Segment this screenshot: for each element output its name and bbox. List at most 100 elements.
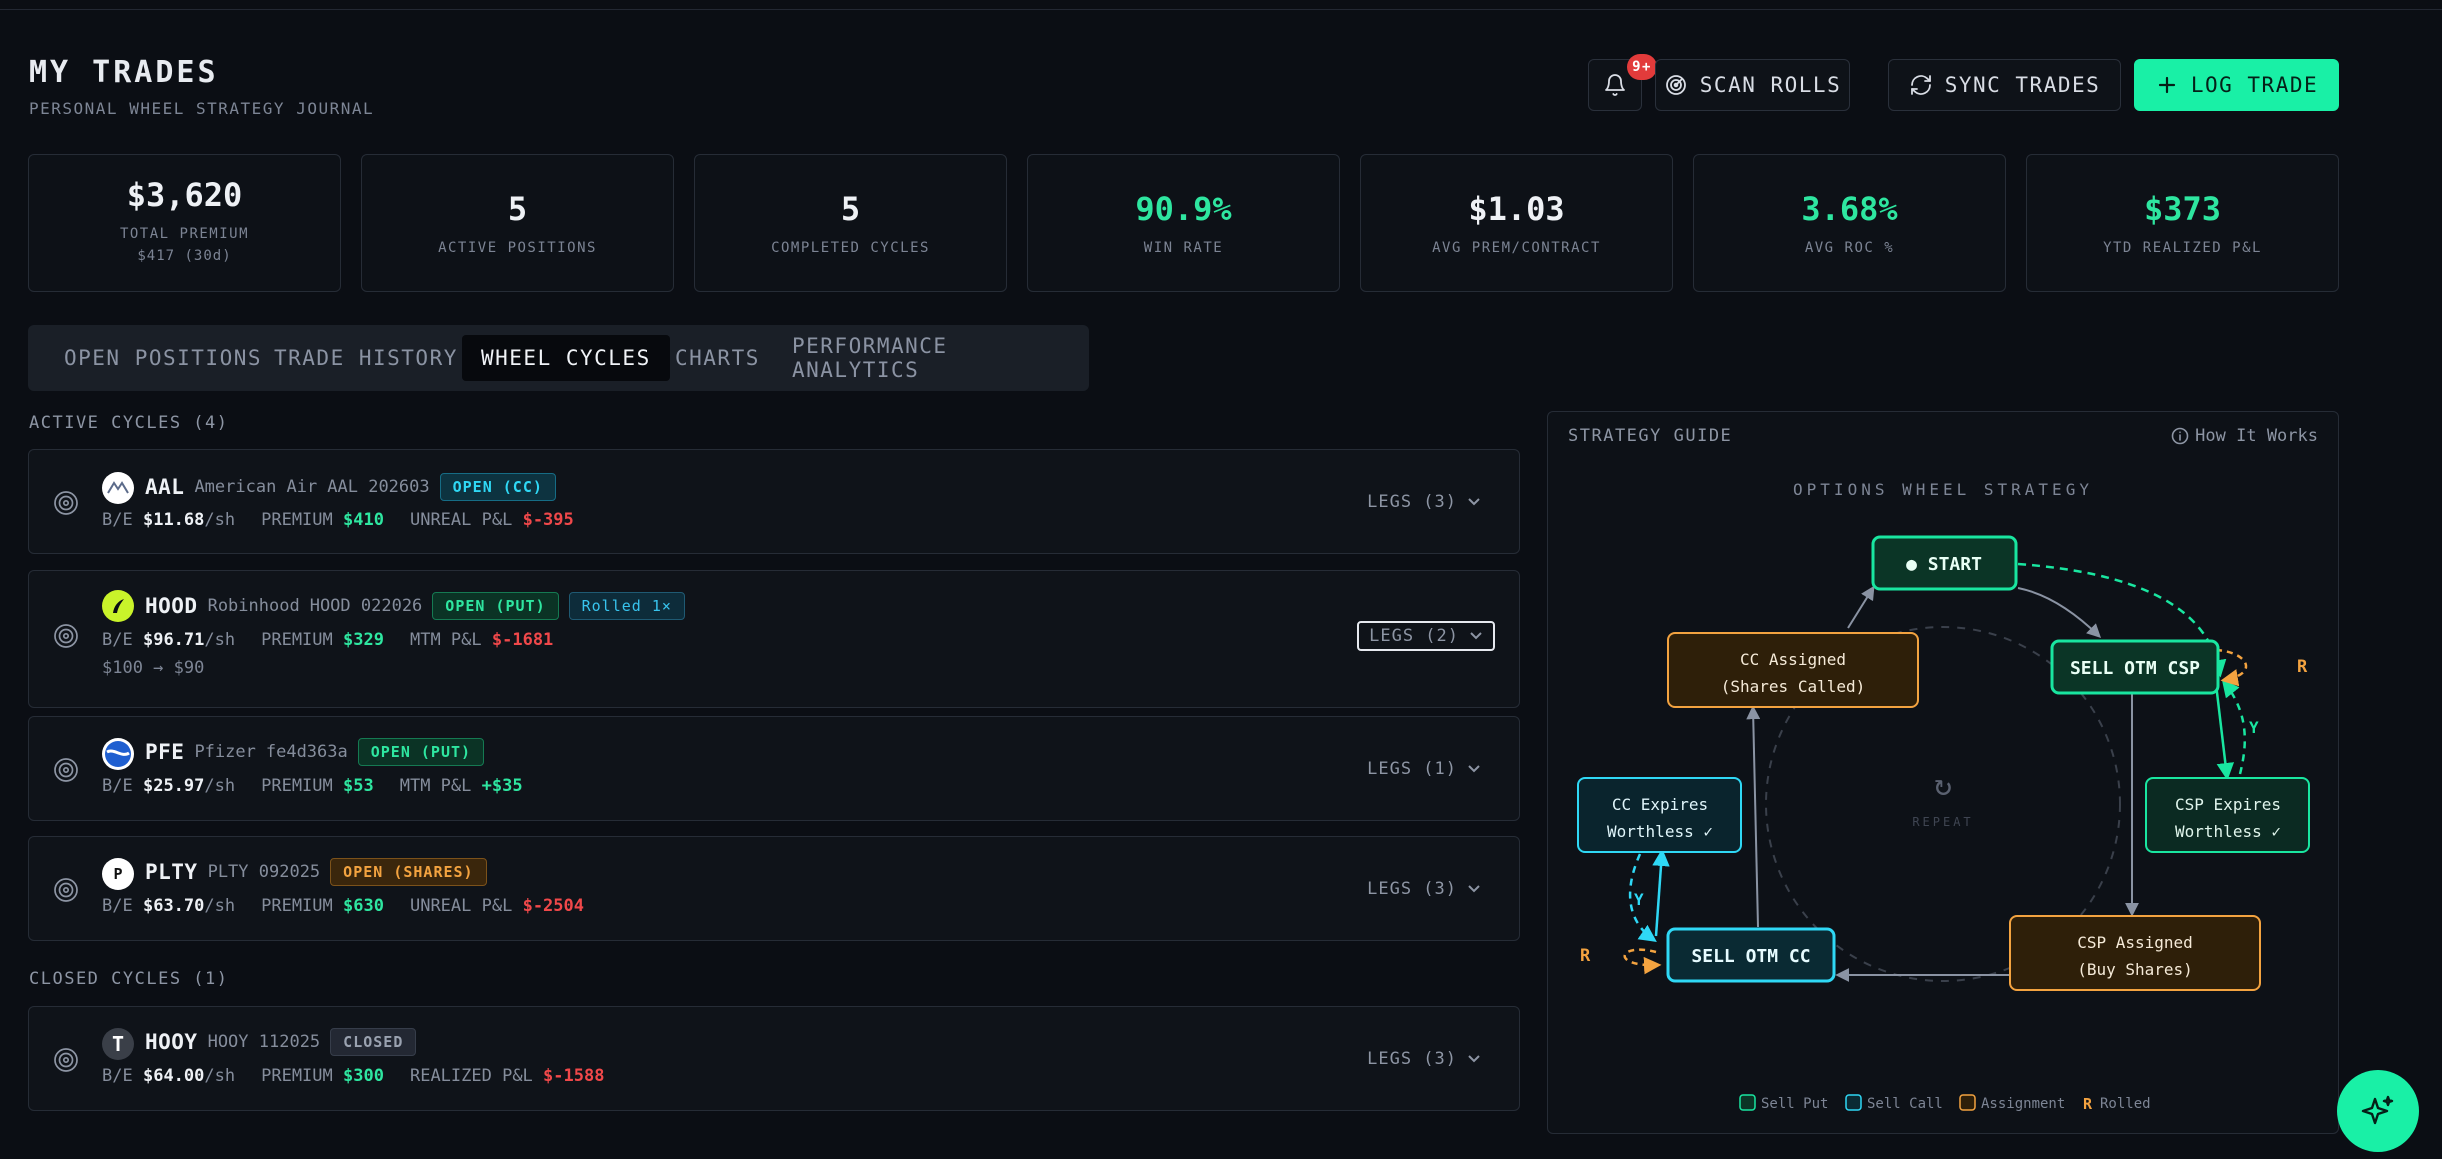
scan-rolls-label: SCAN ROLLS — [1699, 73, 1842, 97]
breakeven-value: $96.71 — [142, 630, 205, 650]
stat-label: AVG ROC % — [1804, 240, 1895, 256]
page-title: MY TRADES — [29, 55, 219, 90]
legs-toggle[interactable]: LEGS (3) — [1357, 874, 1491, 904]
pnl-value: $-1588 — [543, 1066, 605, 1086]
node-cc-expires-line2: Worthless ✓ — [1607, 822, 1713, 841]
chevron-down-icon — [1468, 1055, 1480, 1063]
premium: PREMIUM $410 — [261, 510, 384, 530]
breakeven: B/E $64.00/sh — [102, 1066, 235, 1086]
log-trade-button[interactable]: LOG TRADE — [2134, 59, 2339, 111]
roll-loop-put — [2215, 648, 2248, 687]
pnl-value: $-2504 — [522, 896, 584, 916]
sync-trades-label: SYNC TRADES — [1944, 73, 2101, 97]
target-icon — [54, 878, 78, 902]
chevron-down-icon — [1468, 885, 1480, 893]
tab-wheel-cycles[interactable]: WHEEL CYCLES — [462, 335, 670, 381]
cycle-card-pfe[interactable]: PFE Pfizer fe4d363a OPEN (PUT) B/E $25.9… — [28, 716, 1520, 821]
legs-toggle[interactable]: LEGS (1) — [1357, 754, 1491, 784]
premium-label: PREMIUM — [261, 630, 333, 650]
tab-trade-history[interactable]: TRADE HISTORY — [255, 335, 477, 381]
breakeven-unit: /sh — [204, 776, 236, 796]
legs-toggle[interactable]: LEGS (3) — [1357, 1044, 1491, 1074]
tab-open-positions[interactable]: OPEN POSITIONS — [45, 335, 281, 381]
tab-bar: OPEN POSITIONS TRADE HISTORY WHEEL CYCLE… — [28, 325, 1089, 391]
cycle-card-hood[interactable]: HOOD Robinhood HOOD 022026 OPEN (PUT) Ro… — [28, 570, 1520, 708]
repeat-label: REPEAT — [1912, 815, 1973, 829]
cycle-card-plty[interactable]: P PLTY PLTY 092025 OPEN (SHARES) B/E $63… — [28, 836, 1520, 941]
rolled-marker-call: R — [1580, 946, 1591, 966]
pnl-label: UNREAL P&L — [409, 510, 513, 530]
status-badge: CLOSED — [330, 1028, 417, 1056]
stat-avg-prem: $1.03 AVG PREM/CONTRACT — [1360, 154, 1673, 292]
cycle-metrics: B/E $11.68/sh PREMIUM $410 UNREAL P&L $-… — [102, 510, 574, 530]
stat-label: TOTAL PREMIUM — [119, 226, 250, 242]
legs-toggle[interactable]: LEGS (2) — [1357, 621, 1495, 651]
pnl: UNREAL P&L $-395 — [410, 510, 574, 530]
premium-value: $53 — [343, 776, 374, 796]
plty-logo: P — [102, 858, 134, 890]
breakeven: B/E $63.70/sh — [102, 896, 235, 916]
premium-value: $329 — [343, 630, 384, 650]
breakeven: B/E $25.97/sh — [102, 776, 235, 796]
legend-swatch-put — [1739, 1094, 1756, 1111]
cycle-card-aal[interactable]: AAL American Air AAL 202603 OPEN (CC) B/… — [28, 449, 1520, 554]
cycle-card-hooy[interactable]: T HOOY HOOY 112025 CLOSED B/E $64.00/sh … — [28, 1006, 1520, 1111]
sparkle-icon — [2361, 1095, 2394, 1125]
breakeven-unit: /sh — [204, 896, 236, 916]
legs-label: LEGS (3) — [1367, 879, 1457, 899]
stat-value: $373 — [2143, 190, 2222, 228]
pnl-label: MTM P&L — [399, 776, 472, 796]
node-sell-cc-label: SELL OTM CC — [1691, 946, 1810, 967]
pnl: REALIZED P&L $-1588 — [410, 1066, 605, 1086]
premium: PREMIUM $300 — [261, 1066, 384, 1086]
breakeven-unit: /sh — [204, 630, 236, 650]
sync-trades-button[interactable]: SYNC TRADES — [1888, 59, 2121, 111]
cycle-title-line: HOOY HOOY 112025 CLOSED — [145, 1027, 417, 1057]
premium: PREMIUM $630 — [261, 896, 384, 916]
bell-icon — [1605, 74, 1625, 96]
stat-total-premium: $3,620 TOTAL PREMIUM $417 (30d) — [28, 154, 341, 292]
notifications-button[interactable]: 9+ — [1588, 54, 1657, 111]
hood-logo — [102, 590, 134, 622]
pnl: MTM P&L $-1681 — [410, 630, 553, 650]
target-icon — [54, 624, 78, 648]
company-name: Pfizer — [194, 742, 256, 762]
stat-value: $3,620 — [126, 176, 243, 214]
notification-badge: 9+ — [1627, 54, 1657, 80]
stat-label: YTD REALIZED P&L — [2103, 240, 2262, 256]
cycle-title-line: AAL American Air AAL 202603 OPEN (CC) — [145, 472, 556, 502]
diagram-title: OPTIONS WHEEL STRATEGY — [1793, 480, 2093, 499]
repeat-icon: ↻ — [1934, 768, 1952, 803]
node-csp-expires-line2: Worthless ✓ — [2175, 822, 2281, 841]
node-start-label: ● START — [1906, 554, 1982, 575]
yes-label-put: Y — [2249, 718, 2259, 737]
ticker: PLTY — [145, 860, 198, 884]
node-sell-csp-label: SELL OTM CSP — [2070, 658, 2200, 679]
status-badge: OPEN (SHARES) — [330, 858, 487, 886]
scan-rolls-button[interactable]: SCAN ROLLS — [1655, 59, 1850, 111]
legs-toggle[interactable]: LEGS (3) — [1357, 487, 1491, 517]
rolled-marker-put: R — [2297, 657, 2308, 677]
arrow-expires-back-to-csp — [2221, 679, 2247, 775]
node-cc-expires-line1: CC Expires — [1612, 795, 1708, 814]
cycle-id: AAL 202603 — [327, 477, 430, 497]
breakeven-unit: /sh — [204, 510, 236, 530]
tab-charts[interactable]: CHARTS — [656, 335, 779, 381]
legend-rolled-key: R — [2083, 1095, 2093, 1113]
stat-value: $1.03 — [1468, 190, 1565, 228]
breakeven: B/E $11.68/sh — [102, 510, 235, 530]
ticker: AAL — [145, 475, 185, 499]
breakeven-value: $11.68 — [142, 510, 205, 530]
stat-label: AVG PREM/CONTRACT — [1432, 240, 1601, 256]
ticker: HOOD — [145, 594, 198, 618]
cycle-metrics: B/E $63.70/sh PREMIUM $630 UNREAL P&L $-… — [102, 896, 584, 916]
active-cycles-heading: ACTIVE CYCLES (4) — [29, 413, 229, 433]
stat-value: 5 — [840, 190, 861, 228]
cycle-metrics: B/E $64.00/sh PREMIUM $300 REALIZED P&L … — [102, 1066, 604, 1086]
cycle-metrics: B/E $96.71/sh PREMIUM $329 MTM P&L $-168… — [102, 630, 553, 650]
premium-value: $300 — [343, 1066, 384, 1086]
stat-value: 90.9% — [1135, 190, 1232, 228]
stat-ytd-pnl: $373 YTD REALIZED P&L — [2026, 154, 2339, 292]
tab-performance-analytics[interactable]: PERFORMANCE ANALYTICS — [773, 334, 1089, 382]
ai-assistant-button[interactable] — [2337, 1070, 2419, 1152]
